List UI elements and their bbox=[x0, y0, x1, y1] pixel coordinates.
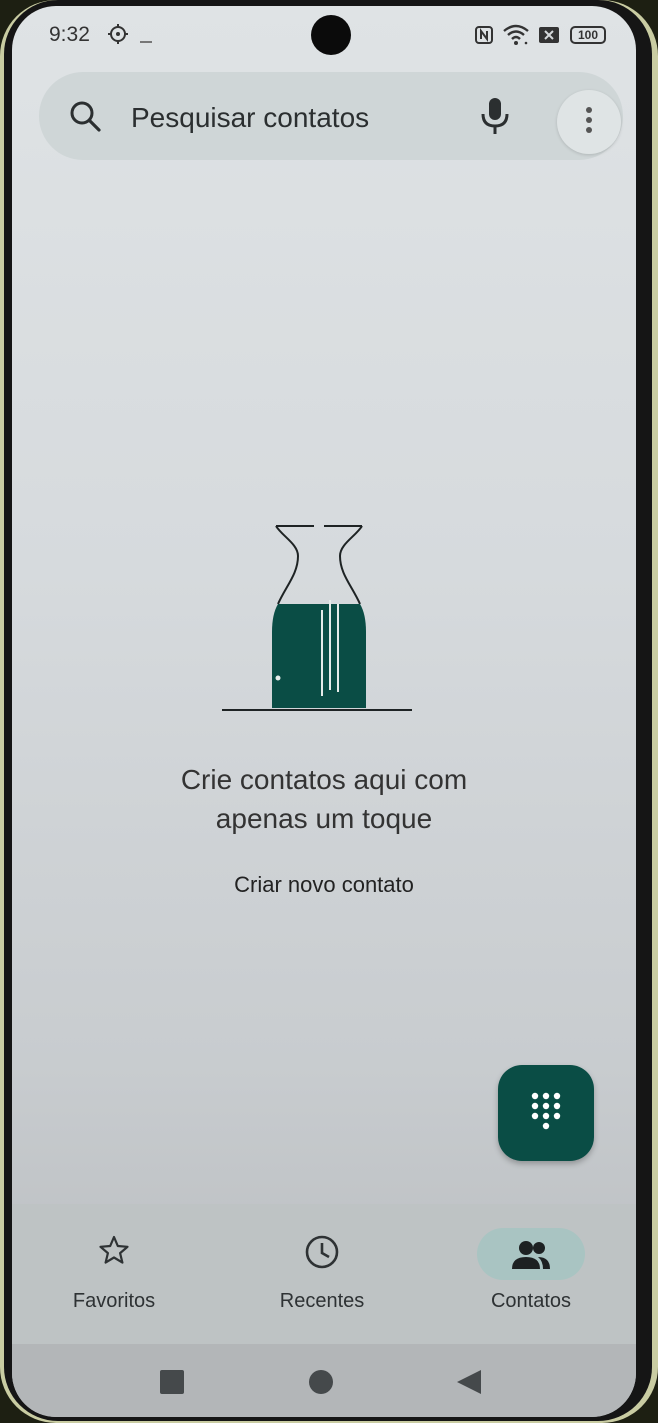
nav-label-contatos: Contatos bbox=[490, 1290, 572, 1312]
nav-item-recentes[interactable]: Recentes bbox=[222, 1204, 422, 1324]
dash-icon bbox=[140, 32, 152, 50]
empty-state-title-line2: apenas um toque bbox=[215, 803, 433, 834]
star-icon bbox=[98, 1234, 130, 1271]
nav-item-contatos[interactable]: Contatos bbox=[431, 1204, 631, 1324]
nav-label-favoritos: Favoritos bbox=[72, 1290, 156, 1312]
battery-icon: 100 bbox=[570, 26, 606, 44]
recents-button[interactable] bbox=[159, 1369, 185, 1400]
wifi-icon bbox=[502, 23, 530, 52]
empty-state-illustration bbox=[220, 522, 414, 723]
system-navigation-bar bbox=[12, 1344, 636, 1417]
search-bar[interactable]: Pesquisar contatos bbox=[39, 72, 623, 160]
status-bar: 9:32 100 bbox=[12, 6, 636, 66]
location-icon bbox=[108, 24, 128, 49]
nfc-icon bbox=[474, 25, 494, 50]
status-time: 9:32 bbox=[49, 23, 90, 46]
search-icon bbox=[69, 100, 101, 137]
sim-icon bbox=[538, 26, 560, 49]
home-button[interactable] bbox=[308, 1369, 334, 1400]
dialpad-icon bbox=[531, 1092, 561, 1130]
nav-label-recentes: Recentes bbox=[279, 1290, 365, 1312]
more-vert-icon bbox=[586, 107, 592, 133]
nav-item-favoritos[interactable]: Favoritos bbox=[14, 1204, 214, 1324]
search-input[interactable]: Pesquisar contatos bbox=[131, 102, 369, 134]
microphone-icon[interactable] bbox=[480, 96, 510, 141]
back-button[interactable] bbox=[455, 1368, 483, 1401]
create-contact-button[interactable]: Criar novo contato bbox=[174, 872, 474, 898]
clock-icon bbox=[304, 1234, 340, 1275]
front-camera bbox=[311, 15, 351, 55]
empty-state-title-line1: Crie contatos aqui com bbox=[180, 764, 468, 795]
empty-state-title: Crie contatos aqui com apenas um toque bbox=[74, 760, 574, 838]
dialpad-fab[interactable] bbox=[498, 1065, 594, 1161]
people-icon bbox=[511, 1240, 551, 1275]
more-options-button[interactable] bbox=[557, 90, 621, 154]
screen: 9:32 100 Pesquisar contatos Crie contato… bbox=[12, 6, 636, 1417]
bottom-navigation: Favoritos Recentes Contatos bbox=[12, 1204, 636, 1344]
